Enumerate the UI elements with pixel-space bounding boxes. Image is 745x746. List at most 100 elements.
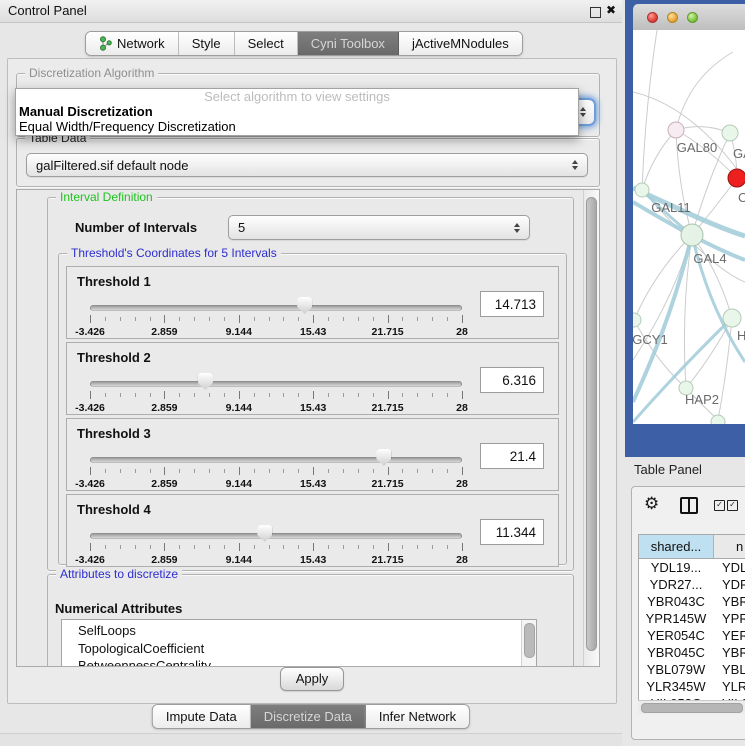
tick-mark: [254, 317, 255, 321]
attribute-list-item-betweennesscentrality[interactable]: BetweennessCentrality: [62, 657, 536, 667]
node-gal80[interactable]: [668, 122, 684, 138]
tab-jactivemnodules[interactable]: jActiveMNodules: [399, 32, 522, 55]
float-icon[interactable]: [590, 7, 601, 18]
tab-discretize-data[interactable]: Discretize Data: [251, 705, 366, 728]
threshold-slider[interactable]: -3.4262.8599.14415.4321.71528: [90, 523, 462, 565]
table-panel: Table Panel ⚙ ✓ ✓ shared... n YDL19...YD…: [625, 457, 745, 745]
table-row[interactable]: YDR27...YDR27...: [639, 576, 745, 593]
node-selected-red[interactable]: [728, 169, 745, 187]
table-scrollbar-thumb[interactable]: [641, 703, 743, 713]
node-gcy1[interactable]: [633, 313, 641, 327]
tab-network[interactable]: Network: [86, 32, 179, 55]
table-row[interactable]: YLR345WYLR345W: [639, 678, 745, 695]
list-scrollbar[interactable]: [521, 620, 536, 667]
table-horizontal-scrollbar[interactable]: [638, 700, 745, 714]
node-label-gal4: GAL4: [693, 251, 726, 266]
table-row[interactable]: YDL19...YDL19...: [639, 559, 745, 576]
cell-name: YDL19...: [713, 560, 745, 575]
node-h[interactable]: [723, 309, 741, 327]
threshold-slider[interactable]: -3.4262.8599.14415.4321.71528: [90, 371, 462, 413]
node-gal11[interactable]: [635, 183, 649, 197]
slider-handle[interactable]: [376, 449, 391, 466]
gear-icon[interactable]: ⚙: [644, 494, 659, 514]
column-header-shared-name[interactable]: shared...: [639, 535, 714, 558]
threshold-slider[interactable]: -3.4262.8599.14415.4321.71528: [90, 295, 462, 337]
tab-select[interactable]: Select: [235, 32, 298, 55]
tick-mark: [150, 469, 151, 473]
slider-handle[interactable]: [198, 373, 213, 390]
tick-label: 15.43: [300, 554, 326, 566]
table-row[interactable]: YPR145WYPR145W: [639, 610, 745, 627]
table-panel-title: Table Panel: [634, 462, 702, 477]
slider-handle[interactable]: [257, 525, 272, 542]
tab-style[interactable]: Style: [179, 32, 235, 55]
attribute-list-item-selfloops[interactable]: SelfLoops: [62, 622, 536, 640]
tick-mark: [135, 317, 136, 321]
node-bottom[interactable]: [711, 415, 725, 424]
tick-mark: [90, 467, 91, 475]
slider-track: [90, 305, 462, 311]
tab-cyni-toolbox[interactable]: Cyni Toolbox: [298, 32, 399, 55]
network-canvas[interactable]: GAL80GACGAL11GAL4GCY1HHAP2: [633, 30, 745, 424]
list-scrollbar-thumb[interactable]: [524, 623, 535, 658]
table-row[interactable]: YBR043CYBR043C: [639, 593, 745, 610]
stepper-down-icon: [572, 166, 578, 170]
tick-mark: [120, 545, 121, 549]
threshold-value-field[interactable]: 14.713: [480, 291, 544, 317]
threshold-slider[interactable]: -3.4262.8599.14415.4321.71528: [90, 447, 462, 489]
tick-mark: [90, 315, 91, 323]
threshold-value-field[interactable]: 6.316: [480, 367, 544, 393]
tick-mark: [358, 317, 359, 321]
tick-mark: [373, 469, 374, 473]
combo-stepper: [572, 160, 578, 170]
tick-mark: [135, 545, 136, 549]
zoom-traffic-light[interactable]: [687, 12, 698, 23]
table-row[interactable]: YER054CYER054C: [639, 627, 745, 644]
column-header-name[interactable]: n: [714, 535, 745, 558]
table-row[interactable]: YBL079WYBL079W: [639, 661, 745, 678]
table-row[interactable]: YBR045CYBR045C: [639, 644, 745, 661]
close-traffic-light[interactable]: [647, 12, 658, 23]
tick-label: -3.426: [75, 402, 105, 414]
tick-mark: [90, 391, 91, 399]
checkbox-icon[interactable]: ✓: [727, 500, 738, 511]
number-of-intervals-select[interactable]: 5: [228, 215, 530, 240]
tick-mark: [402, 545, 403, 549]
close-icon[interactable]: ✖: [606, 3, 616, 17]
tab-impute-data[interactable]: Impute Data: [153, 705, 251, 728]
threshold-panel-4: Threshold 4-3.4262.8599.14415.4321.71528…: [66, 494, 559, 567]
node-ga[interactable]: [722, 125, 738, 141]
slider-handle[interactable]: [297, 297, 312, 314]
apply-button[interactable]: Apply: [280, 667, 344, 691]
dropdown-option-equal-width-frequency[interactable]: Equal Width/Frequency Discretization: [16, 119, 578, 134]
tick-mark: [343, 393, 344, 397]
table-data-select[interactable]: galFiltered.sif default node: [26, 153, 588, 177]
threshold-value-field[interactable]: 11.344: [480, 519, 544, 545]
tick-mark: [120, 317, 121, 321]
threshold-value-field[interactable]: 21.4: [480, 443, 544, 469]
slider-ticks: [90, 315, 462, 324]
tab-label: Impute Data: [166, 709, 237, 724]
panel-scrollbar-thumb[interactable]: [586, 197, 597, 651]
dropdown-option-manual-discretization[interactable]: Manual Discretization: [16, 104, 578, 119]
tick-label: -3.426: [75, 326, 105, 338]
threshold-panel-1: Threshold 1-3.4262.8599.14415.4321.71528…: [66, 266, 559, 339]
split-view-icon[interactable]: [680, 497, 698, 514]
minimize-traffic-light[interactable]: [667, 12, 678, 23]
tick-mark: [373, 317, 374, 321]
tick-mark: [179, 545, 180, 549]
tick-label: 9.144: [226, 478, 252, 490]
numerical-attributes-list[interactable]: SelfLoopsTopologicalCoefficientBetweenne…: [61, 619, 537, 667]
attribute-list-item-topologicalcoefficient[interactable]: TopologicalCoefficient: [62, 640, 536, 658]
cell-name: YPR145W: [713, 611, 745, 626]
tick-label: 15.43: [300, 402, 326, 414]
window-title: Control Panel: [8, 0, 87, 22]
panel-scrollbar[interactable]: [583, 190, 599, 666]
control-panel-window: Control Panel ✖ NetworkStyleSelectCyni T…: [0, 0, 622, 745]
tick-label: 9.144: [226, 554, 252, 566]
checkbox-icon[interactable]: ✓: [714, 500, 725, 511]
tab-infer-network[interactable]: Infer Network: [366, 705, 469, 728]
cell-name: YER054C: [713, 628, 745, 643]
node-gal4[interactable]: [681, 224, 703, 246]
network-window-titlebar[interactable]: [633, 4, 745, 31]
